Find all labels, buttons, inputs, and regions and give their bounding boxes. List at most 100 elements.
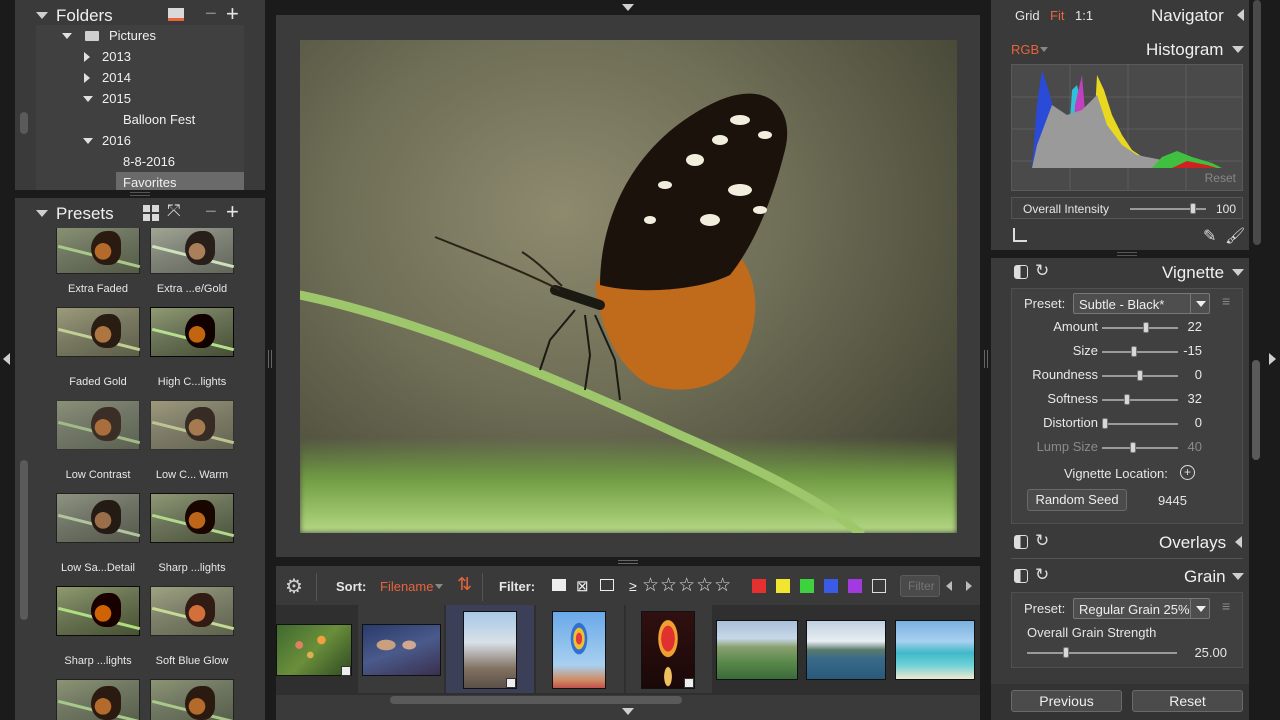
folders-resize-handle[interactable] — [130, 192, 150, 196]
preset-thumb[interactable] — [150, 228, 235, 274]
compress-icon[interactable]: ⤧ — [167, 201, 181, 221]
overlays-toggle-icon[interactable] — [1014, 535, 1028, 549]
splitter-handle-right[interactable] — [984, 350, 988, 368]
tree-item-2016[interactable]: 2016 — [36, 130, 244, 151]
sort-dropdown-arrow-icon[interactable] — [435, 584, 443, 589]
histogram-reset-link[interactable]: Reset — [1205, 171, 1236, 185]
histogram-mode[interactable]: RGB — [1011, 42, 1039, 57]
splitter-handle-left[interactable] — [268, 350, 272, 368]
slider-knob[interactable] — [1124, 394, 1131, 405]
thumbnail-balloon[interactable] — [552, 611, 606, 689]
expand-icon[interactable] — [83, 96, 93, 102]
navigator-scrollbar[interactable] — [1253, 0, 1261, 245]
scroll-left-icon[interactable] — [946, 581, 952, 591]
pen-icon[interactable]: ✎ — [1203, 226, 1216, 246]
grain-reset-icon[interactable]: ↻ — [1035, 565, 1049, 585]
slider-knob[interactable] — [1137, 370, 1143, 381]
folders-scrollbar[interactable] — [20, 112, 28, 134]
slider-knob[interactable] — [1102, 418, 1108, 429]
overlays-expand-icon[interactable] — [1235, 536, 1242, 548]
tree-item-favorites[interactable]: Favorites — [36, 172, 244, 190]
preset-thumb[interactable] — [56, 307, 141, 357]
plus-icon[interactable]: + — [226, 199, 239, 225]
crop-icon[interactable] — [1013, 228, 1027, 242]
intensity-slider-knob[interactable] — [1190, 203, 1197, 214]
minus-icon[interactable]: − — [205, 3, 217, 26]
collapse-icon[interactable] — [36, 210, 48, 217]
preset-thumb[interactable] — [150, 400, 235, 450]
collapse-top-icon[interactable] — [622, 4, 634, 11]
expand-icon[interactable] — [62, 33, 72, 39]
flag-filled-icon[interactable] — [552, 579, 566, 591]
minus-icon[interactable]: − — [205, 201, 217, 224]
overlays-reset-icon[interactable]: ↻ — [1035, 531, 1049, 551]
color-label-red[interactable] — [752, 579, 766, 593]
preset-thumb[interactable] — [150, 307, 235, 357]
expand-icon[interactable] — [83, 138, 93, 144]
preset-thumb[interactable] — [56, 228, 141, 274]
color-label-purple[interactable] — [848, 579, 862, 593]
color-label-green[interactable] — [800, 579, 814, 593]
random-seed-button[interactable]: Random Seed — [1027, 489, 1127, 511]
previous-button[interactable]: Previous — [1011, 690, 1122, 712]
navigator-fit[interactable]: Fit — [1050, 8, 1064, 23]
image-canvas[interactable] — [276, 15, 980, 557]
expand-icon[interactable] — [84, 73, 90, 83]
vignette-reset-icon[interactable]: ↻ — [1035, 261, 1049, 281]
color-label-blue[interactable] — [824, 579, 838, 593]
tree-item-8-8-2016[interactable]: 8-8-2016 — [36, 151, 244, 172]
slider-knob[interactable] — [1131, 346, 1138, 357]
flag-outline-icon[interactable] — [600, 579, 614, 591]
tree-item-2013[interactable]: 2013 — [36, 46, 244, 67]
filter-input[interactable] — [900, 575, 940, 597]
gte-symbol[interactable]: ≥ — [629, 578, 637, 594]
collapse-bottom-icon[interactable] — [622, 708, 634, 715]
grain-menu-icon[interactable]: ≡ — [1222, 598, 1230, 614]
grain-strength-knob[interactable] — [1063, 647, 1069, 658]
preset-thumb[interactable] — [150, 493, 235, 543]
thumbnail-mountains[interactable] — [716, 620, 798, 680]
grain-collapse-icon[interactable] — [1232, 573, 1244, 580]
slider-knob[interactable] — [1142, 322, 1149, 333]
preset-thumb[interactable] — [150, 679, 235, 720]
slider-knob[interactable] — [1130, 442, 1136, 453]
presets-scrollbar[interactable] — [20, 460, 28, 620]
flag-rejected-icon[interactable]: ⊠ — [576, 577, 589, 595]
grain-preset-select[interactable]: Regular Grain 25% — [1073, 598, 1210, 619]
main-photo[interactable] — [300, 40, 957, 533]
color-label-none[interactable] — [872, 579, 886, 593]
collapse-right-panel-icon[interactable] — [1269, 353, 1276, 365]
brush-icon[interactable]: 🖌 — [1225, 226, 1245, 246]
collapse-left-panel-icon[interactable] — [3, 353, 10, 365]
color-label-yellow[interactable] — [776, 579, 790, 593]
presets-header[interactable]: Presets ⤧ − + — [15, 198, 265, 228]
sort-order-icon[interactable]: ⇅ — [457, 574, 472, 595]
thumbnail-kids[interactable] — [362, 624, 441, 676]
scroll-right-icon[interactable] — [966, 581, 972, 591]
tree-item-pictures[interactable]: Pictures — [36, 25, 244, 46]
tree-item-2015[interactable]: 2015 — [36, 88, 244, 109]
vignette-preset-select[interactable]: Subtle - Black* — [1073, 293, 1210, 314]
grain-toggle-icon[interactable] — [1014, 569, 1028, 583]
new-folder-icon[interactable] — [168, 8, 184, 21]
histogram-mode-arrow-icon[interactable] — [1040, 47, 1048, 52]
thumbnail-beach[interactable] — [895, 620, 975, 680]
preset-thumb[interactable] — [56, 493, 141, 543]
navigator-1to1[interactable]: 1:1 — [1075, 8, 1093, 23]
preset-thumb[interactable] — [56, 679, 141, 720]
tree-item-balloon-fest[interactable]: Balloon Fest — [36, 109, 244, 130]
grain-strength-track[interactable] — [1027, 652, 1177, 654]
add-location-icon[interactable]: + — [1180, 465, 1195, 480]
tree-item-2014[interactable]: 2014 — [36, 67, 244, 88]
expand-icon[interactable] — [84, 52, 90, 62]
collapse-icon[interactable] — [36, 12, 48, 19]
vignette-collapse-icon[interactable] — [1232, 269, 1244, 276]
star-rating-icons[interactable]: ☆☆☆☆☆ — [642, 574, 732, 597]
right-splitter-handle[interactable] — [1117, 252, 1137, 256]
filmstrip-scrollbar[interactable] — [390, 696, 682, 704]
gear-icon[interactable]: ⚙ — [285, 574, 303, 599]
preset-thumb[interactable] — [56, 586, 141, 636]
splitter-handle-center[interactable] — [618, 560, 638, 564]
vignette-toggle-icon[interactable] — [1014, 265, 1028, 279]
navigator-expand-icon[interactable] — [1237, 9, 1244, 21]
